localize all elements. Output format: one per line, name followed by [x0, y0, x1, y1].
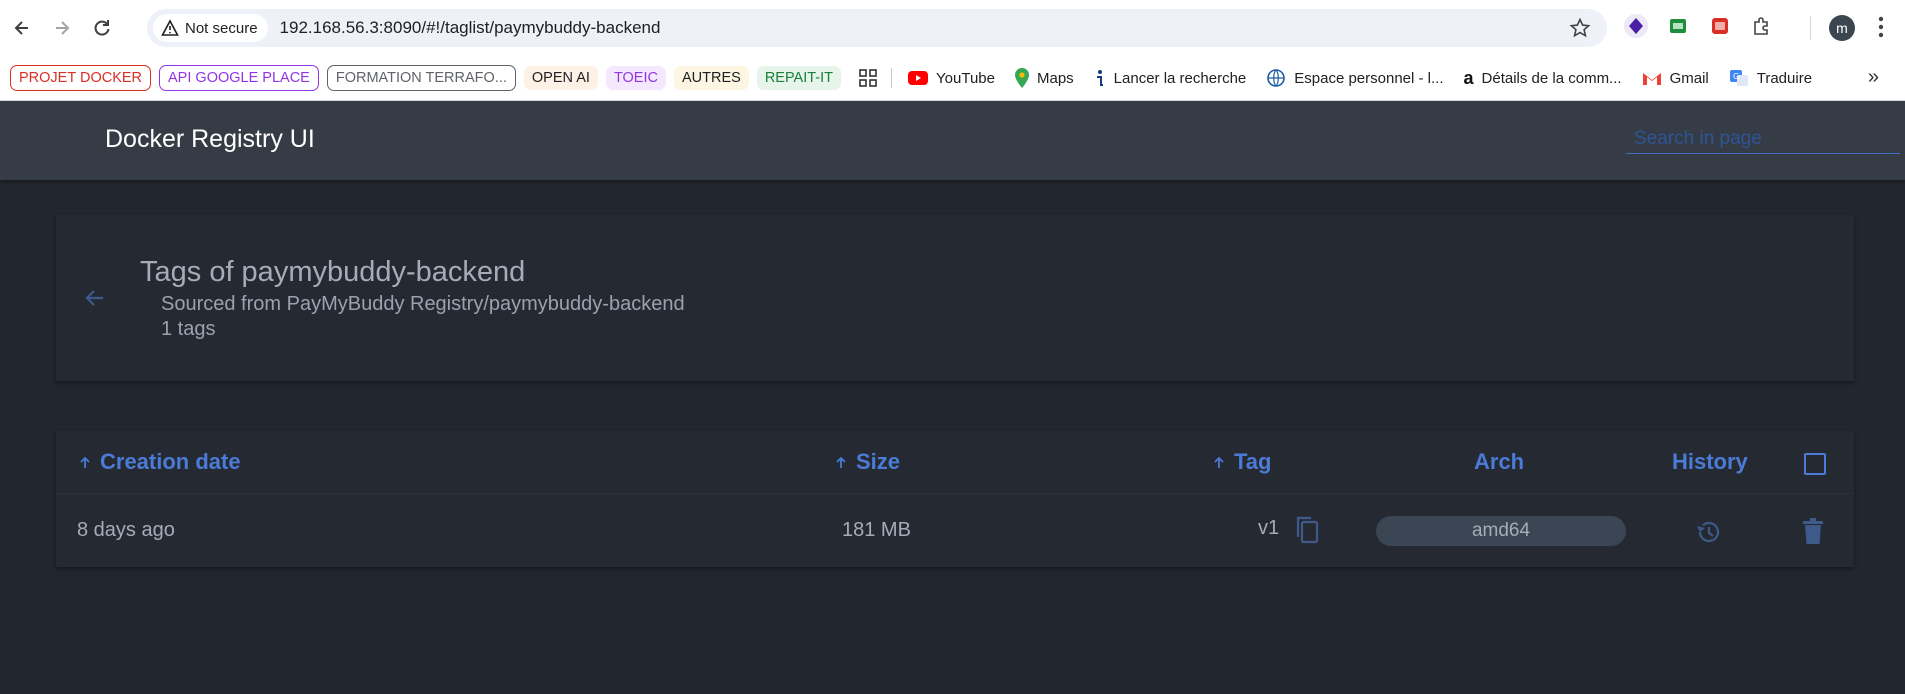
column-header-size[interactable]: Size	[834, 449, 900, 475]
bookmark-label: OPEN AI	[531, 70, 590, 86]
translate-icon: G	[1729, 70, 1748, 86]
tags-table: Creation date Size Tag Arch History 8 da…	[56, 431, 1854, 567]
bookmark-folder-api-google-place[interactable]: API GOOGLE PLACE	[159, 65, 319, 91]
reload-button[interactable]	[84, 10, 120, 46]
globe-icon	[1267, 69, 1286, 87]
bookmark-label: TOEIC	[613, 70, 658, 86]
info-icon	[1096, 70, 1103, 86]
browser-toolbar: Not secure 192.168.56.3:8090/#!/taglist/…	[0, 0, 1905, 56]
arrow-left-icon	[14, 21, 28, 35]
bookmark-label: Traduire	[1756, 69, 1813, 87]
bookmark-folder-autres[interactable]: AUTRES	[673, 66, 749, 90]
arrow-right-icon	[56, 21, 70, 35]
bookmark-lancer-la-recherche[interactable]: Lancer la recherche	[1094, 69, 1247, 87]
creation-date-cell: 8 days ago	[77, 519, 175, 541]
bookmark-label: API GOOGLE PLACE	[168, 70, 310, 86]
search-input[interactable]	[1626, 125, 1900, 154]
bookmark-label: Espace personnel - l...	[1294, 69, 1444, 87]
bookmark-star-icon[interactable]	[1569, 17, 1591, 44]
more-bookmarks-icon[interactable]: »	[1868, 66, 1879, 89]
app-header: Docker Registry UI	[0, 101, 1905, 180]
bookmark-label: AUTRES	[681, 70, 741, 86]
warning-icon	[161, 19, 179, 36]
bookmark-maps[interactable]: Maps	[1014, 68, 1074, 88]
back-arrow-icon[interactable]	[82, 285, 108, 316]
address-bar[interactable]: Not secure 192.168.56.3:8090/#!/taglist/…	[147, 9, 1607, 47]
column-header-label: Arch	[1474, 449, 1525, 474]
forward-button[interactable]	[44, 10, 80, 46]
extension-red-icon[interactable]	[1706, 12, 1734, 40]
browser-menu-icon[interactable]	[1878, 14, 1884, 45]
bookmark-gmail[interactable]: Gmail	[1642, 70, 1709, 87]
column-header-label: Creation date	[100, 449, 241, 474]
bookmark-label: PROJET DOCKER	[19, 70, 143, 86]
bookmark-folder-formation-terraform[interactable]: FORMATION TERRAFO...	[326, 65, 516, 91]
tag-cell: v1	[1258, 517, 1280, 539]
bookmark-details-commande[interactable]: a Détails de la comm...	[1464, 68, 1622, 89]
amazon-icon: a	[1463, 67, 1474, 88]
tags-header-card: Tags of paymybuddy-backend Sourced from …	[56, 215, 1854, 381]
column-header-arch: Arch	[1474, 449, 1524, 475]
column-header-tag[interactable]: Tag	[1212, 449, 1271, 475]
youtube-icon	[908, 71, 929, 85]
url-text[interactable]: 192.168.56.3:8090/#!/taglist/paymybuddy-…	[280, 18, 661, 38]
bookmark-traduire[interactable]: G Traduire	[1729, 68, 1812, 88]
bookmark-label: Détails de la comm...	[1481, 69, 1622, 87]
bookmark-folder-toeic[interactable]: TOEIC	[605, 66, 666, 90]
profile-avatar[interactable]: m	[1829, 15, 1855, 41]
app-title[interactable]: Docker Registry UI	[105, 125, 315, 154]
extensions-area	[1622, 12, 1776, 40]
apps-grid-icon[interactable]	[859, 69, 877, 87]
security-indicator[interactable]: Not secure	[153, 14, 268, 42]
bookmark-label: REPAIT-IT	[764, 70, 834, 86]
source-text: Sourced from PayMyBuddy Registry/paymybu…	[161, 293, 685, 315]
bookmarks-bar: PROJET DOCKER API GOOGLE PLACE FORMATION…	[0, 56, 1905, 101]
page-title: Tags of paymybuddy-backend	[140, 256, 526, 288]
column-header-label: Tag	[1234, 449, 1272, 474]
bookmark-label: Lancer la recherche	[1113, 69, 1247, 87]
bookmark-label: YouTube	[936, 69, 995, 87]
reload-icon	[94, 20, 110, 36]
arch-chip: amd64	[1376, 516, 1626, 546]
sort-arrow-up-icon	[1214, 456, 1224, 468]
security-label: Not secure	[185, 19, 258, 37]
copy-tag-icon[interactable]	[1293, 514, 1321, 551]
extensions-puzzle-icon[interactable]	[1748, 12, 1776, 40]
bookmark-label: Gmail	[1669, 69, 1709, 87]
tag-count: 1 tags	[161, 318, 216, 340]
maps-icon	[1014, 68, 1029, 88]
bookmark-label: FORMATION TERRAFO...	[335, 70, 507, 86]
svg-text:G: G	[1733, 72, 1739, 81]
size-cell: 181 MB	[842, 519, 911, 541]
bookmarks-divider	[891, 68, 893, 88]
extension-purple-icon[interactable]	[1622, 12, 1650, 40]
bookmark-folder-repait-it[interactable]: REPAIT-IT	[756, 66, 842, 90]
delete-icon[interactable]	[1802, 518, 1824, 551]
header-divider	[56, 493, 1854, 494]
back-button[interactable]	[4, 10, 40, 46]
toolbar-divider	[1810, 16, 1811, 40]
bookmark-espace-personnel[interactable]: Espace personnel - l...	[1266, 68, 1444, 88]
column-header-label: Size	[856, 449, 901, 474]
column-header-creation-date[interactable]: Creation date	[78, 449, 241, 475]
bookmark-folder-open-ai[interactable]: OPEN AI	[523, 66, 598, 90]
history-icon[interactable]	[1694, 517, 1724, 552]
bookmark-label: Maps	[1036, 69, 1074, 87]
column-header-history: History	[1672, 449, 1748, 475]
sort-arrow-up-icon	[80, 456, 90, 468]
bookmark-youtube[interactable]: YouTube	[908, 70, 995, 87]
select-all-checkbox[interactable]	[1804, 453, 1826, 475]
sort-arrow-up-icon	[836, 456, 846, 468]
column-header-label: History	[1672, 449, 1748, 474]
bookmark-folder-projet-docker[interactable]: PROJET DOCKER	[10, 65, 152, 91]
gmail-icon	[1642, 72, 1661, 85]
extension-green-icon[interactable]	[1664, 12, 1692, 40]
